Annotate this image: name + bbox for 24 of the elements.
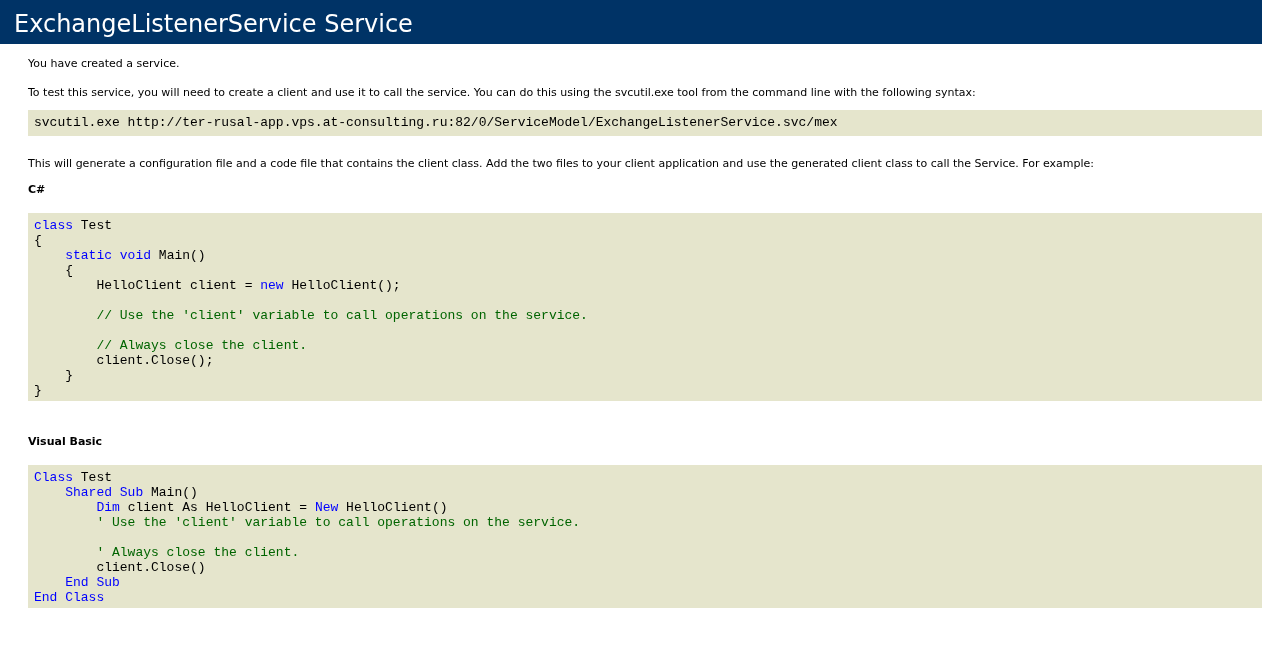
page-title: ExchangeListenerService Service	[0, 0, 1262, 44]
code-line: ' Always close the client.	[95, 545, 300, 560]
paragraph: To test this service, you will need to create a client and use it to call the service. You can do this using the svcutil.exe tool from the command line with the following syntax:	[28, 85, 977, 100]
code-line: End Class	[34, 590, 105, 605]
code-line: client.Close();	[95, 353, 214, 368]
code-line: }	[64, 368, 73, 383]
section-heading: C#	[28, 182, 47, 196]
section-heading: Visual Basic	[28, 434, 104, 448]
paragraph: This will generate a configuration file and a code file that contains the client class. Add the two files to your client application and use the generated client class to call the Service. For example:	[28, 156, 1095, 171]
code-line: // Use the 'client' variable to call operations on the service.	[95, 308, 588, 323]
paragraph: You have created a service.	[28, 56, 181, 71]
code-line: static void Main()	[64, 248, 206, 263]
code-line: ' Use the 'client' variable to call operations on the service.	[95, 515, 581, 530]
code-line: // Always close the client.	[95, 338, 308, 353]
code-line: {	[34, 233, 42, 248]
code-line: End Sub	[64, 575, 120, 590]
code-line: client.Close()	[95, 560, 206, 575]
code-line: Class Test	[34, 470, 113, 485]
code-line: class Test	[34, 218, 113, 233]
code-line: Dim client As HelloClient = New HelloClient()	[95, 500, 448, 515]
code-line: Shared Sub Main()	[64, 485, 198, 500]
code-line: {	[64, 263, 73, 278]
code-line: HelloClient client = new HelloClient();	[95, 278, 401, 293]
code-line: }	[34, 383, 42, 398]
